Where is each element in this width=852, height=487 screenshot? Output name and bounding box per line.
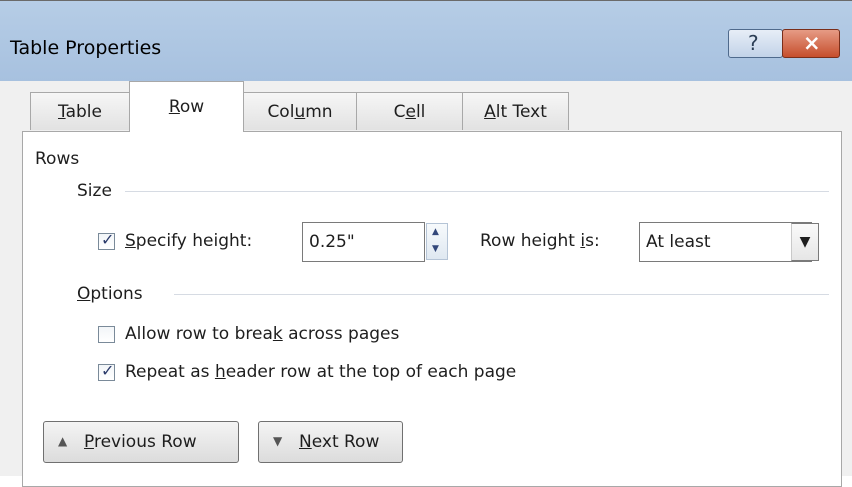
size-section-label: Size	[77, 181, 112, 201]
specify-height-label: Specify height:	[125, 231, 253, 251]
table-properties-dialog: Table Properties ? × Table Row Column Ce…	[0, 0, 852, 487]
tab-label-table: Table	[58, 102, 102, 122]
repeat-header-label: Repeat as header row at the top of each …	[125, 362, 517, 382]
allow-break-checkbox[interactable]	[98, 326, 115, 343]
options-section-label: Options	[77, 284, 143, 304]
tab-cell[interactable]: Cell	[356, 92, 463, 130]
next-row-button[interactable]: ▼ Next Row	[258, 421, 403, 463]
triangle-down-icon: ▼	[273, 434, 283, 448]
tab-alt-text[interactable]: Alt Text	[462, 92, 569, 130]
spin-up-icon: ▲	[432, 227, 439, 237]
close-button[interactable]: ×	[782, 29, 840, 58]
tab-column[interactable]: Column	[243, 92, 357, 130]
height-input[interactable]: 0.25"	[302, 222, 425, 262]
checkmark-icon: ✓	[101, 361, 115, 380]
next-row-label: Next Row	[299, 432, 380, 452]
row-height-select[interactable]: At least	[639, 222, 812, 262]
checkmark-icon: ✓	[101, 230, 115, 249]
repeat-header-checkbox[interactable]: ✓	[98, 361, 115, 381]
tab-row[interactable]: Row	[129, 81, 244, 132]
rows-heading: Rows	[35, 149, 80, 169]
chevron-down-icon[interactable]: ▼	[791, 223, 819, 261]
previous-row-button[interactable]: ▲ Previous Row	[43, 421, 239, 463]
allow-break-label: Allow row to break across pages	[125, 324, 400, 344]
row-tab-panel: Rows Size ✓ Specify height: 0.25" ▲ ▼ Ro…	[22, 131, 842, 487]
row-height-is-label: Row height is:	[480, 231, 600, 251]
spin-down-icon: ▼	[432, 244, 439, 254]
previous-row-label: Previous Row	[84, 432, 197, 452]
tab-table[interactable]: Table	[30, 92, 130, 130]
tab-label-cell: Cell	[393, 102, 426, 122]
specify-height-checkbox[interactable]: ✓	[98, 230, 115, 250]
help-icon: ?	[748, 31, 759, 55]
height-spinner[interactable]: ▲ ▼	[426, 223, 448, 260]
title-bar[interactable]: Table Properties ? ×	[0, 1, 852, 81]
triangle-up-icon: ▲	[58, 434, 68, 448]
size-separator	[125, 191, 829, 192]
help-button[interactable]: ?	[728, 29, 783, 58]
window-title: Table Properties	[10, 37, 162, 59]
tab-label-row: Row	[168, 97, 205, 117]
tab-label-alt-text: Alt Text	[484, 102, 547, 122]
tab-label-column: Column	[267, 102, 333, 122]
close-icon: ×	[803, 31, 821, 55]
options-separator	[174, 294, 829, 295]
